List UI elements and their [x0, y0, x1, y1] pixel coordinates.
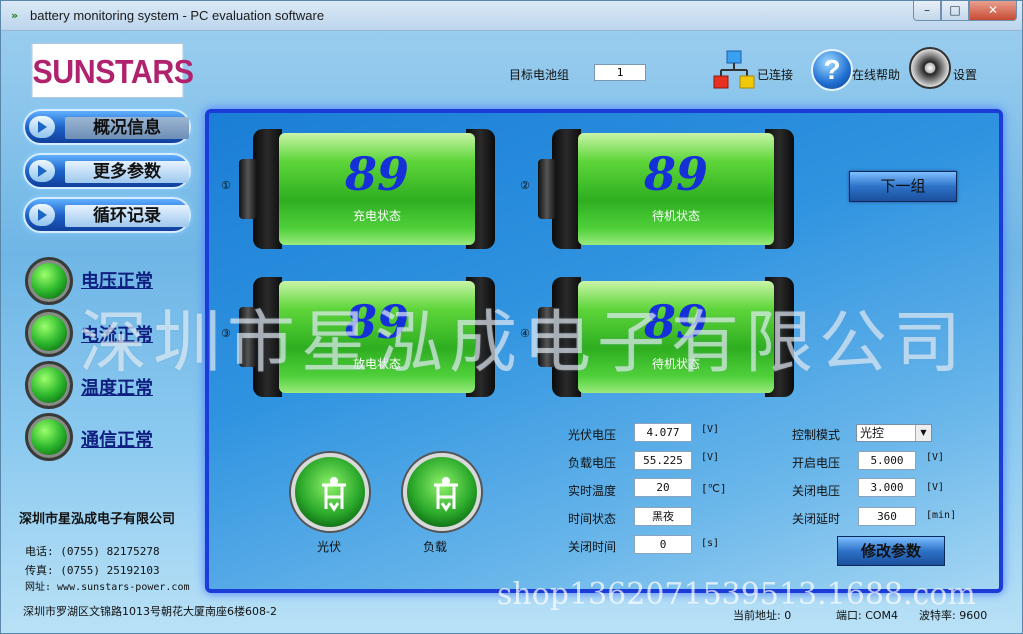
nav-overview-button[interactable]: 概况信息: [23, 109, 191, 145]
control-mode-label: 控制模式: [792, 428, 841, 442]
load-plug-icon: [403, 453, 481, 531]
close-time-label: 关闭时间: [568, 540, 617, 554]
pv-voltage-label: 光伏电压: [568, 428, 617, 442]
modify-params-button[interactable]: 修改参数: [837, 536, 945, 566]
status-address: 当前地址: 0: [733, 609, 792, 622]
temperature-status-led-icon: [25, 361, 73, 409]
close-time-unit: [s]: [701, 538, 720, 549]
battery-status: 待机状态: [651, 209, 700, 223]
close-delay-label: 关闭延时: [792, 512, 841, 526]
close-voltage-field[interactable]: 3.000: [858, 478, 916, 497]
load-label: 负载: [423, 540, 448, 554]
next-group-button[interactable]: 下一组: [849, 171, 957, 202]
help-icon[interactable]: ?: [811, 49, 853, 91]
window-title: battery monitoring system - PC evaluatio…: [30, 8, 325, 23]
battery-index: ②: [520, 179, 530, 192]
close-button[interactable]: ✕: [969, 1, 1017, 21]
close-voltage-unit: [V]: [926, 482, 945, 493]
temperature-unit: [℃]: [701, 482, 727, 495]
load-voltage-unit: [V]: [701, 452, 720, 463]
battery-level: 89: [643, 147, 708, 201]
nav-label: 循环记录: [65, 205, 189, 227]
status-port: 端口: COM4: [836, 609, 899, 622]
arrow-right-icon: [29, 116, 55, 138]
maximize-button[interactable]: □: [941, 1, 969, 21]
chevron-down-icon[interactable]: ▼: [915, 425, 931, 441]
comm-status-led-icon: [25, 413, 73, 461]
app-icon: »: [11, 9, 19, 22]
pv-voltage-field[interactable]: 4.077: [634, 423, 692, 442]
battery-status: 充电状态: [352, 209, 401, 223]
battery-index: ①: [221, 179, 231, 192]
title-bar[interactable]: » battery monitoring system - PC evaluat…: [1, 1, 1022, 31]
company-watermark: 深圳市星泓成电子有限公司: [79, 304, 968, 383]
load-voltage-label: 负载电压: [568, 456, 617, 470]
nav-label: 概况信息: [65, 117, 189, 139]
current-status-led-icon: [25, 309, 73, 357]
nav-label: 更多参数: [65, 161, 189, 183]
settings-icon[interactable]: [909, 47, 951, 89]
target-battery-label: 目标电池组: [509, 68, 570, 82]
status-baud: 波特率: 9600: [919, 609, 988, 622]
temperature-field[interactable]: 20: [634, 478, 692, 497]
pv-voltage-unit: [V]: [701, 424, 720, 435]
voltage-status-led-icon: [25, 257, 73, 305]
pv-plug-icon: [291, 453, 369, 531]
network-connected-icon: [713, 49, 755, 91]
company-logo: SUNSTARS: [31, 43, 194, 98]
company-phone: 电话: (0755) 82175278: [25, 545, 160, 558]
connection-status-label: 已连接: [757, 68, 794, 82]
control-mode-select[interactable]: 光控 ▼: [856, 424, 932, 442]
minimize-button[interactable]: –: [913, 1, 941, 21]
battery-2: ② 89 待机状态: [520, 129, 794, 249]
control-mode-value: 光控: [860, 426, 885, 440]
comm-status-link[interactable]: 通信正常: [81, 426, 153, 452]
load-voltage-field[interactable]: 55.225: [634, 451, 692, 470]
battery-terminal: [538, 159, 556, 219]
company-address: 深圳市罗湖区文锦路1013号朝花大厦南座6楼608-2: [23, 605, 277, 618]
open-voltage-unit: [V]: [926, 452, 945, 463]
online-help-label[interactable]: 在线帮助: [852, 66, 900, 83]
open-voltage-field[interactable]: 5.000: [858, 451, 916, 470]
company-name: 深圳市星泓成电子有限公司: [19, 512, 176, 527]
temperature-label: 实时温度: [568, 484, 617, 498]
battery-level: 89: [344, 147, 409, 201]
pv-label: 光伏: [317, 540, 342, 554]
close-time-field[interactable]: 0: [634, 535, 692, 554]
time-status-field[interactable]: 黑夜: [634, 507, 692, 526]
open-voltage-label: 开启电压: [792, 456, 841, 470]
company-website: 网址: www.sunstars-power.com: [25, 582, 190, 593]
company-fax: 传真: (0755) 25192103: [25, 564, 160, 577]
target-battery-input[interactable]: 1: [594, 64, 646, 81]
nav-more-params-button[interactable]: 更多参数: [23, 153, 191, 189]
battery-terminal: [239, 159, 257, 219]
close-delay-field[interactable]: 360: [858, 507, 916, 526]
nav-cycle-records-button[interactable]: 循环记录: [23, 197, 191, 233]
battery-1: ① 89 充电状态: [221, 129, 495, 249]
main-window: » battery monitoring system - PC evaluat…: [0, 0, 1023, 634]
close-delay-unit: [min]: [926, 510, 957, 521]
close-voltage-label: 关闭电压: [792, 484, 841, 498]
settings-label[interactable]: 设置: [953, 66, 977, 83]
arrow-right-icon: [29, 160, 55, 182]
time-status-label: 时间状态: [568, 512, 617, 526]
arrow-right-icon: [29, 204, 55, 226]
